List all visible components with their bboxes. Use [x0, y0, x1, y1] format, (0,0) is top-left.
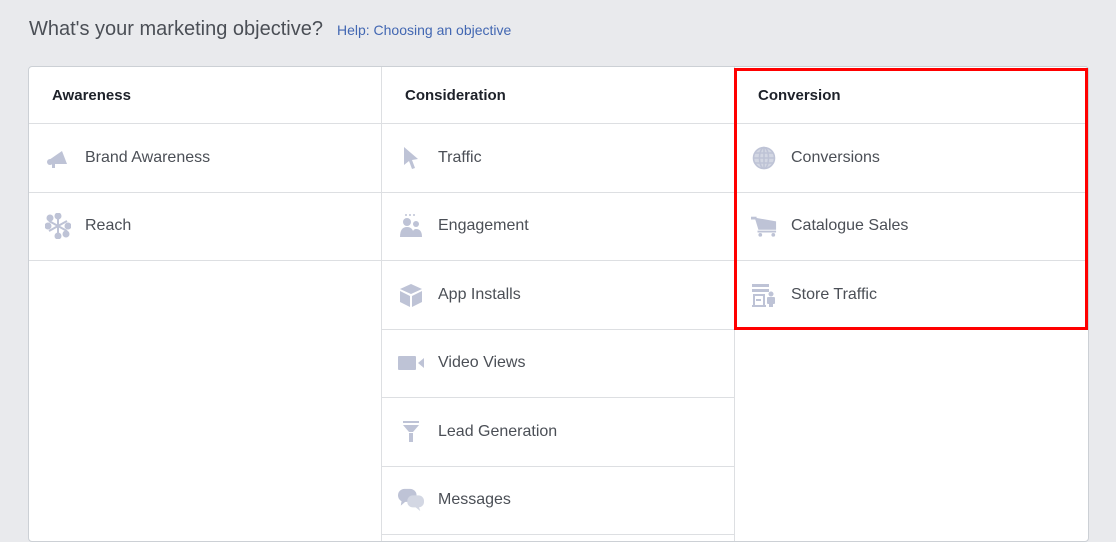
globe-icon [751, 145, 777, 171]
column-header: Consideration [382, 67, 734, 124]
help-link[interactable]: Help: Choosing an objective [337, 22, 511, 38]
objective-video-views[interactable]: Video Views [382, 330, 734, 398]
people-icon [398, 213, 424, 239]
megaphone-icon [45, 145, 71, 171]
objective-catalogue-sales[interactable]: Catalogue Sales [735, 193, 1088, 261]
shopping-cart-icon [751, 213, 777, 239]
objective-label: Traffic [438, 148, 482, 166]
reach-network-icon [45, 213, 71, 240]
objective-brand-awareness[interactable]: Brand Awareness [29, 124, 381, 193]
objective-label: Lead Generation [438, 422, 558, 440]
column-header: Awareness [29, 67, 381, 124]
column-awareness: Awareness Brand Awareness Reach [29, 67, 382, 541]
video-camera-icon [398, 350, 424, 376]
store-icon [751, 282, 777, 308]
chat-bubbles-icon [398, 487, 424, 513]
objective-label: Video Views [438, 354, 526, 372]
objective-conversions[interactable]: Conversions [735, 124, 1088, 193]
objective-label: Store Traffic [791, 285, 877, 303]
objective-label: Engagement [438, 217, 529, 235]
page-title: What's your marketing objective? [29, 18, 323, 40]
cursor-icon [398, 145, 424, 171]
column-conversion: Conversion Conversions Catalogue Sales S… [735, 67, 1088, 541]
objective-label: Catalogue Sales [791, 217, 909, 235]
funnel-icon [398, 419, 424, 445]
objective-lead-generation[interactable]: Lead Generation [382, 398, 734, 467]
objective-traffic[interactable]: Traffic [382, 124, 734, 193]
objective-label: Reach [85, 217, 132, 235]
objective-messages[interactable]: Messages [382, 467, 734, 535]
objective-panel: Awareness Brand Awareness Reach Consider… [28, 66, 1089, 542]
objective-reach[interactable]: Reach [29, 193, 381, 261]
objective-label: Conversions [791, 148, 880, 166]
page-header: What's your marketing objective? Help: C… [29, 18, 511, 41]
objective-label: Messages [438, 491, 511, 509]
objective-app-installs[interactable]: App Installs [382, 261, 734, 330]
column-header: Conversion [735, 67, 1088, 124]
box-icon [398, 282, 424, 308]
objective-label: App Installs [438, 285, 521, 303]
column-consideration: Consideration Traffic Engagement App Ins… [382, 67, 735, 541]
objective-engagement[interactable]: Engagement [382, 193, 734, 261]
objective-label: Brand Awareness [85, 148, 211, 166]
objective-store-traffic[interactable]: Store Traffic [735, 261, 1088, 330]
